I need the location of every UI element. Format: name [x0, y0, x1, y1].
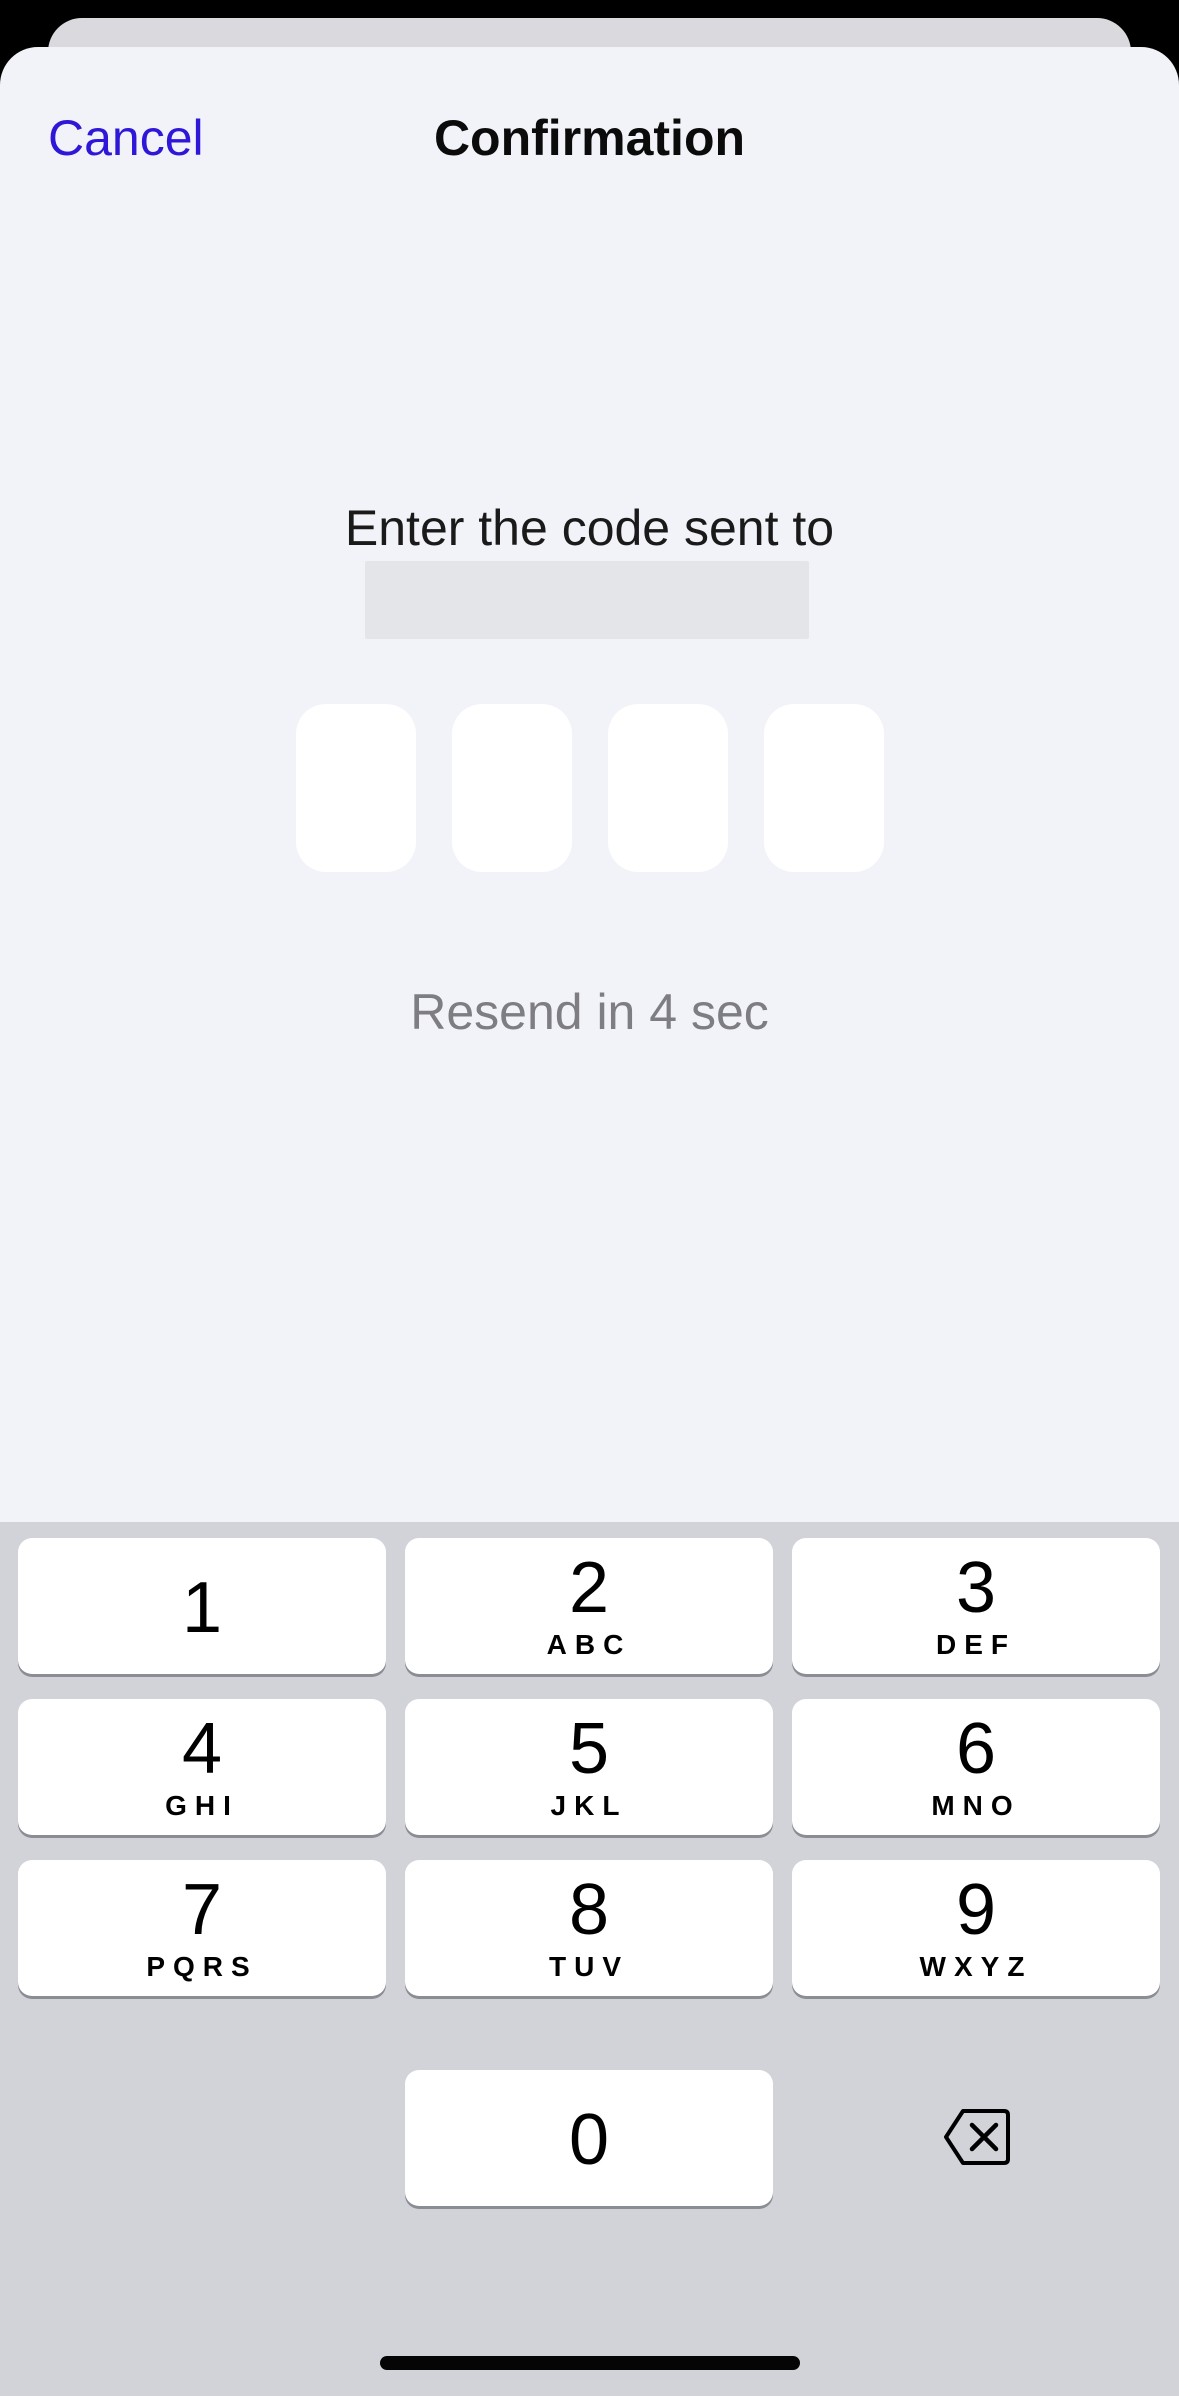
code-digit-3[interactable]: [608, 704, 728, 872]
key-0[interactable]: 0: [405, 2070, 773, 2206]
key-digit: 9: [955, 1870, 997, 1950]
key-1[interactable]: 1: [18, 1538, 386, 1674]
key-letters: MNO: [931, 1790, 1021, 1821]
key-8[interactable]: 8 TUV: [405, 1860, 773, 1996]
key-digit: 3: [955, 1548, 997, 1628]
key-letters: ABC: [546, 1629, 632, 1660]
key-letters: GHI: [165, 1790, 239, 1821]
key-9[interactable]: 9 WXYZ: [792, 1860, 1160, 1996]
key-3[interactable]: 3 DEF: [792, 1538, 1160, 1674]
key-digit: 8: [568, 1870, 610, 1950]
delete-backspace-icon: [944, 2109, 1010, 2165]
key-letters: PQRS: [146, 1951, 258, 1982]
code-digit-4[interactable]: [764, 704, 884, 872]
key-2[interactable]: 2 ABC: [405, 1538, 773, 1674]
key-5[interactable]: 5 JKL: [405, 1699, 773, 1835]
page-title: Confirmation: [433, 110, 746, 166]
key-letters: TUV: [549, 1951, 629, 1982]
key-digit: 1: [181, 1568, 223, 1648]
key-digit: 0: [568, 2100, 610, 2180]
key-4[interactable]: 4 GHI: [18, 1699, 386, 1835]
code-digit-1[interactable]: [296, 704, 416, 872]
key-digit: 2: [568, 1548, 610, 1628]
code-digit-2[interactable]: [452, 704, 572, 872]
key-digit: 5: [568, 1709, 610, 1789]
confirmation-sheet: Cancel Confirmation Enter the code sent …: [0, 47, 1179, 2396]
home-indicator[interactable]: [380, 2356, 800, 2370]
key-letters: JKL: [550, 1790, 628, 1821]
key-digit: 4: [181, 1709, 223, 1789]
numeric-keypad: 1 2 ABC 3 DEF 4 GHI 5 JKL 6 MNO 7 PQRS 8…: [0, 1522, 1179, 2396]
key-6[interactable]: 6 MNO: [792, 1699, 1160, 1835]
redacted-destination: [365, 561, 809, 639]
key-letters: WXYZ: [919, 1951, 1033, 1982]
key-digit: 6: [955, 1709, 997, 1789]
key-letters: DEF: [936, 1629, 1016, 1660]
resend-countdown: Resend in 4 sec: [410, 984, 769, 1040]
code-prompt: Enter the code sent to: [344, 500, 835, 556]
key-digit: 7: [181, 1870, 223, 1950]
key-7[interactable]: 7 PQRS: [18, 1860, 386, 1996]
delete-key[interactable]: [792, 2070, 1160, 2206]
